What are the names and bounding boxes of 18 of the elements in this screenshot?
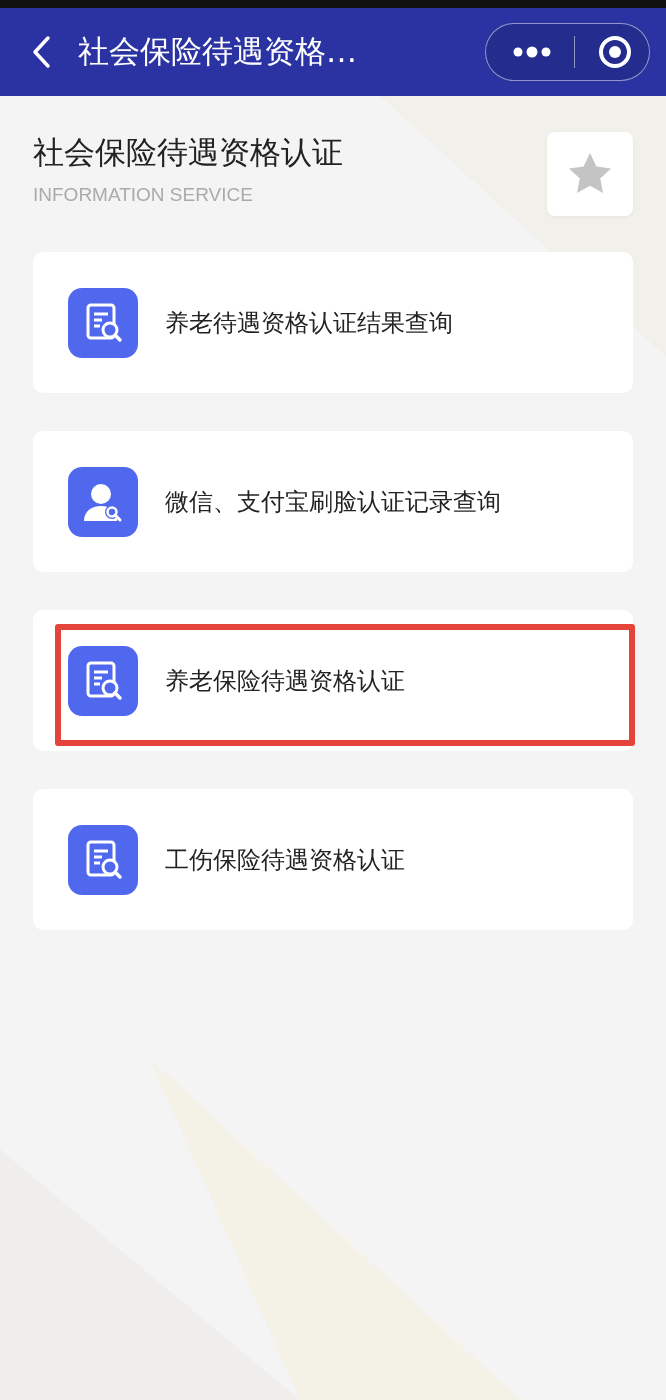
person-search-icon [68,466,138,537]
document-search-icon [68,824,138,895]
item-label: 养老保险待遇资格认证 [165,665,405,697]
item-label: 工伤保险待遇资格认证 [165,844,405,876]
document-search-icon [68,287,138,358]
more-icon[interactable] [512,46,552,58]
service-item[interactable]: 养老保险待遇资格认证 [33,610,633,751]
back-icon[interactable] [30,35,52,69]
close-icon[interactable] [597,34,633,70]
window-title: 社会保险待遇资格… [78,32,358,71]
service-item[interactable]: 养老待遇资格认证结果查询 [33,252,633,393]
item-label: 微信、支付宝刷脸认证记录查询 [165,486,501,518]
service-item[interactable]: 微信、支付宝刷脸认证记录查询 [33,431,633,572]
page-subtitle: INFORMATION SERVICE [33,184,254,206]
page-title: 社会保险待遇资格认证 [33,133,343,172]
service-item[interactable]: 工伤保险待遇资格认证 [33,789,633,930]
item-label: 养老待遇资格认证结果查询 [165,307,453,339]
document-search-icon [68,645,138,716]
